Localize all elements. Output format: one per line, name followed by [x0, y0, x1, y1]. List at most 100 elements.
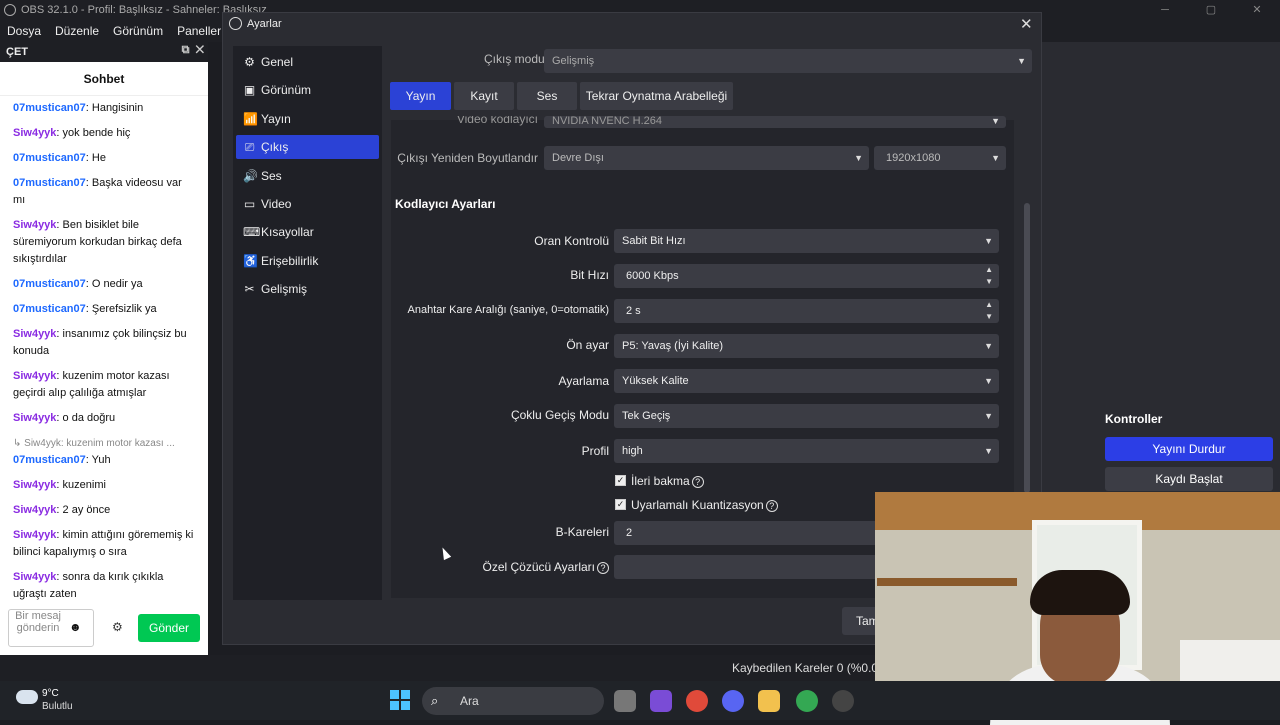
task-view-icon[interactable] — [614, 690, 636, 712]
tuning-select[interactable]: Yüksek Kalite ▼ — [614, 369, 999, 393]
multipass-label: Çoklu Geçiş Modu — [510, 408, 609, 422]
tools-icon: ✂ — [244, 282, 255, 296]
chat-username[interactable]: Siw4yyk — [13, 127, 56, 139]
chat-dock-label: ÇET — [6, 46, 28, 58]
menu-gorunum[interactable]: Görünüm — [106, 24, 170, 38]
stop-stream-button[interactable]: Yayını Durdur — [1105, 437, 1273, 461]
chat-username[interactable]: Siw4yyk — [13, 412, 56, 424]
chevron-down-icon: ▼ — [984, 236, 993, 246]
tab-ses[interactable]: Ses — [517, 82, 577, 110]
menu-paneller[interactable]: Paneller — [170, 24, 228, 38]
send-button[interactable]: Gönder — [138, 614, 200, 642]
lookahead-option: İleri bakma? — [631, 474, 704, 488]
rate-control-label: Oran Kontrolü — [534, 234, 609, 248]
obs-taskbar-icon[interactable] — [832, 690, 854, 712]
chat-message: Siw4yyk: insanımız çok bilinçsiz bu konu… — [13, 326, 195, 360]
bitrate-spinbox[interactable]: 6000 Kbps ▲ ▼ — [614, 264, 999, 288]
nav-item-output[interactable]: ⎚ Çıkış — [236, 135, 379, 159]
file-explorer-icon[interactable] — [758, 690, 780, 712]
nav-item-label: Çıkış — [261, 140, 289, 154]
help-icon[interactable]: ? — [691, 475, 704, 488]
nav-item-gear[interactable]: ⚙ Genel — [236, 50, 379, 74]
chat-username[interactable]: Siw4yyk — [13, 370, 56, 382]
help-icon[interactable]: ? — [597, 561, 609, 574]
menu-dosya[interactable]: Dosya — [0, 24, 48, 38]
windows-start-icon[interactable] — [390, 690, 410, 710]
multipass-select[interactable]: Tek Geçiş ▼ — [614, 404, 999, 428]
chat-text: : Hangisinin — [85, 102, 144, 114]
panel-scrollbar[interactable] — [1024, 203, 1030, 493]
chat-username[interactable]: Siw4yyk — [13, 479, 56, 491]
reply-hint: ↳ Siw4yyk: kuzenim motor kazası ... — [13, 438, 175, 449]
encoder-label: Video kodlayıcı — [456, 116, 538, 126]
discord-icon[interactable] — [722, 690, 744, 712]
rate-control-select[interactable]: Sabit Bit Hızı ▼ — [614, 229, 999, 253]
chrome-profile-icon[interactable] — [796, 690, 818, 712]
lookahead-checkbox[interactable]: ✓ — [615, 475, 626, 486]
weather-desc: Bulutlu — [42, 701, 73, 712]
chat-username[interactable]: Siw4yyk — [13, 504, 56, 516]
profile-select[interactable]: high ▼ — [614, 439, 999, 463]
nav-item-antenna[interactable]: 📶 Yayın — [236, 107, 379, 131]
adaptive-quant-checkbox[interactable]: ✓ — [615, 499, 626, 510]
dock-close-icon[interactable]: ✕ — [196, 44, 204, 56]
spin-down-icon[interactable]: ▼ — [985, 277, 993, 287]
chat-input-row: Bir mesaj gönderin ☻ ⚙ Gönder — [0, 603, 208, 655]
rescale-resolution-select[interactable]: 1920x1080 ▼ — [874, 146, 1006, 170]
gear-icon: ⚙ — [244, 55, 255, 69]
help-icon[interactable]: ? — [765, 499, 778, 512]
spin-up-icon[interactable]: ▲ — [985, 300, 993, 310]
spin-up-icon[interactable]: ▲ — [985, 265, 993, 275]
menu-duzenle[interactable]: Düzenle — [48, 24, 106, 38]
copilot-icon[interactable] — [650, 690, 672, 712]
chat-message-list[interactable]: 07mustican07: Hangisinin Siw4yyk: yok ben… — [0, 96, 208, 603]
chat-username[interactable]: 07mustican07 — [13, 152, 86, 164]
emoji-icon[interactable]: ☻ — [69, 620, 82, 634]
chat-username[interactable]: Siw4yyk — [13, 571, 56, 583]
encoder-value: NVIDIA NVENC H.264 — [552, 116, 663, 127]
nav-item-accessibility[interactable]: ♿ Erişebilirlik — [236, 249, 379, 273]
dialog-close-icon[interactable]: ✕ — [1020, 15, 1033, 33]
dialog-title: Ayarlar — [247, 18, 282, 30]
chrome-icon[interactable] — [686, 690, 708, 712]
tab-kayit[interactable]: Kayıt — [454, 82, 514, 110]
tuning-label: Ayarlama — [558, 374, 609, 388]
nav-item-appearance[interactable]: ▣ Görünüm — [236, 78, 379, 102]
start-record-button[interactable]: Kaydı Başlat — [1105, 467, 1273, 491]
chat-settings-icon[interactable]: ⚙ — [112, 620, 123, 634]
preset-select[interactable]: P5: Yavaş (İyi Kalite) ▼ — [614, 334, 999, 358]
rescale-select[interactable]: Devre Dışı ▼ — [544, 146, 869, 170]
chevron-down-icon: ▼ — [984, 411, 993, 421]
chat-username[interactable]: Siw4yyk — [13, 219, 56, 231]
chevron-down-icon: ▼ — [984, 446, 993, 456]
preset-label: Ön ayar — [566, 338, 609, 352]
keyframe-spinbox[interactable]: 2 s ▲ ▼ — [614, 299, 999, 323]
spin-down-icon[interactable]: ▼ — [985, 312, 993, 322]
chat-username[interactable]: 07mustican07 — [13, 278, 86, 290]
nav-item-label: Ses — [261, 169, 282, 183]
close-icon[interactable]: ✕ — [1234, 0, 1280, 20]
chat-username[interactable]: Siw4yyk — [13, 328, 56, 340]
nav-item-speaker[interactable]: 🔊 Ses — [236, 164, 379, 188]
tab-replay-buffer[interactable]: Tekrar Oynatma Arabelleği — [580, 82, 733, 110]
chat-username[interactable]: 07mustican07 — [13, 303, 86, 315]
taskbar-search[interactable]: Ara — [422, 687, 604, 715]
float-icon[interactable]: ⧉ — [182, 44, 190, 56]
maximize-icon[interactable]: ▢ — [1188, 0, 1234, 20]
chat-dock: ÇET ⧉ ✕ Sohbet 07mustican07: Hangisinin S… — [0, 42, 208, 655]
encoder-select[interactable]: NVIDIA NVENC H.264 ▼ — [544, 116, 1006, 128]
nav-item-label: Erişebilirlik — [261, 254, 319, 268]
tab-yayin[interactable]: Yayın — [390, 82, 451, 110]
minimize-icon[interactable]: ─ — [1142, 0, 1188, 20]
nav-item-monitor[interactable]: ▭ Video — [236, 192, 379, 216]
chat-username[interactable]: 07mustican07 — [13, 102, 86, 114]
chevron-down-icon: ▼ — [984, 341, 993, 351]
nav-item-tools[interactable]: ✂ Gelişmiş — [236, 277, 379, 301]
chat-username[interactable]: 07mustican07 — [13, 454, 86, 466]
chat-username[interactable]: 07mustican07 — [13, 177, 86, 189]
chat-username[interactable]: Siw4yyk — [13, 529, 56, 541]
chevron-down-icon: ▼ — [1017, 56, 1026, 66]
chat-text: : Şerefsizlik ya — [85, 303, 157, 315]
nav-item-keyboard[interactable]: ⌨ Kısayollar — [236, 220, 379, 244]
output-mode-select[interactable]: Gelişmiş ▼ — [544, 49, 1032, 73]
